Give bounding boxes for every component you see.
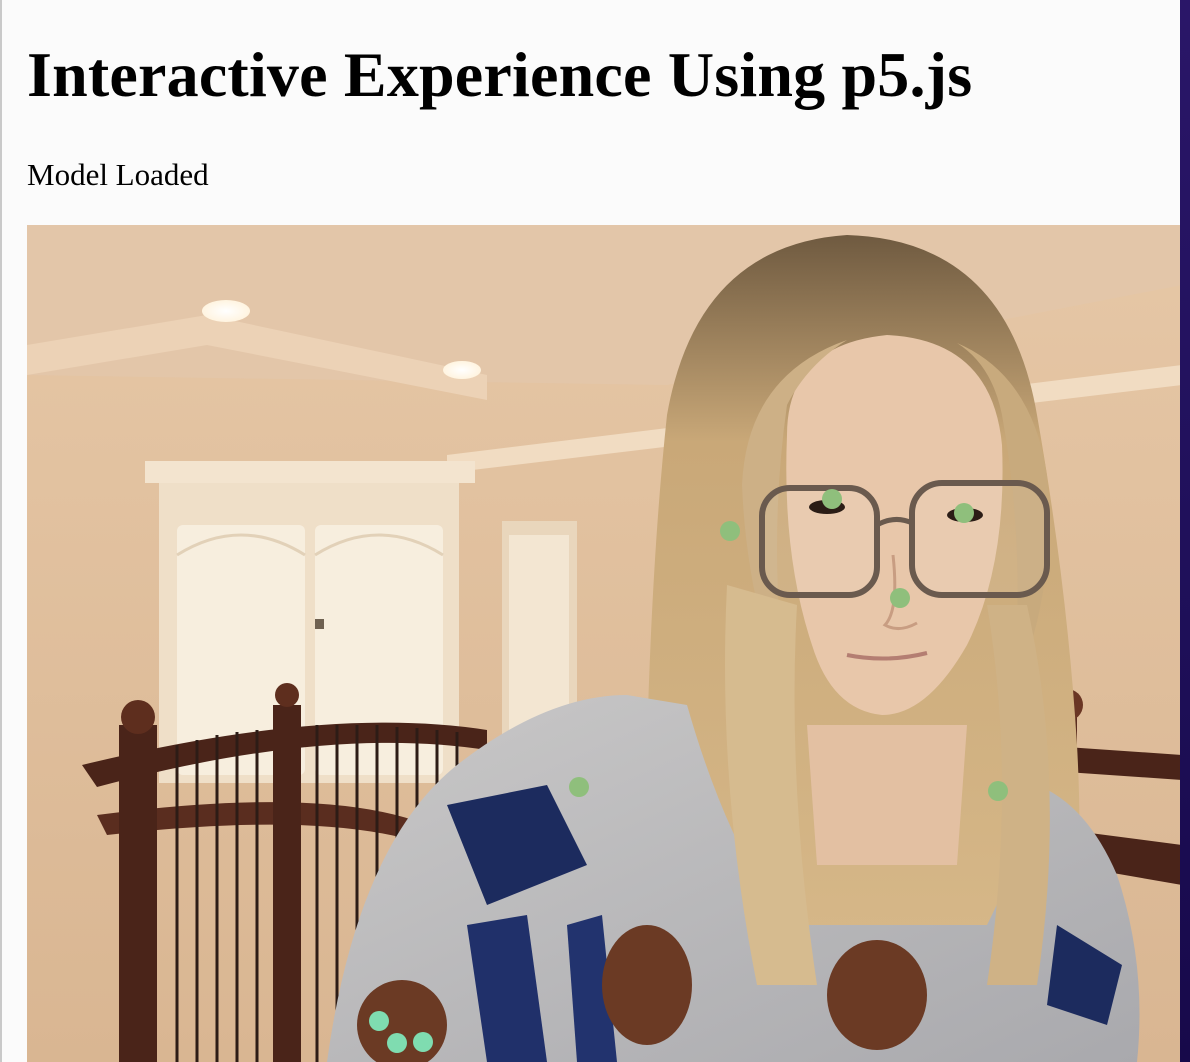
ceiling-light-icon — [202, 300, 250, 322]
page: Interactive Experience Using p5.js Model… — [0, 0, 1190, 1062]
door-header — [145, 461, 475, 483]
keypoint-ear — [720, 521, 740, 541]
newel-post — [273, 705, 301, 1062]
keypoint-rightEye — [954, 503, 974, 523]
keypoint-hand-1 — [369, 1011, 389, 1031]
keypoint-nose — [890, 588, 910, 608]
door-sign-icon — [315, 619, 324, 629]
model-status-text: Model Loaded — [27, 157, 209, 192]
newel-post — [119, 725, 157, 1062]
window-edge — [1180, 0, 1190, 1062]
keypoint-leftShoulder — [569, 777, 589, 797]
ceiling-light-icon — [443, 361, 481, 379]
keypoint-rightShoulder — [988, 781, 1008, 801]
keypoint-leftEye — [822, 489, 842, 509]
bear-print — [827, 940, 927, 1050]
bear-print — [602, 925, 692, 1045]
page-title: Interactive Experience Using p5.js — [27, 39, 973, 110]
glasses-right-lens — [909, 480, 1050, 598]
keypoint-hand-2 — [387, 1033, 407, 1053]
p5-canvas[interactable] — [27, 225, 1182, 1062]
keypoint-hand-3 — [413, 1032, 433, 1052]
person-neck — [807, 725, 967, 865]
webcam-video-frame — [27, 225, 1182, 1062]
